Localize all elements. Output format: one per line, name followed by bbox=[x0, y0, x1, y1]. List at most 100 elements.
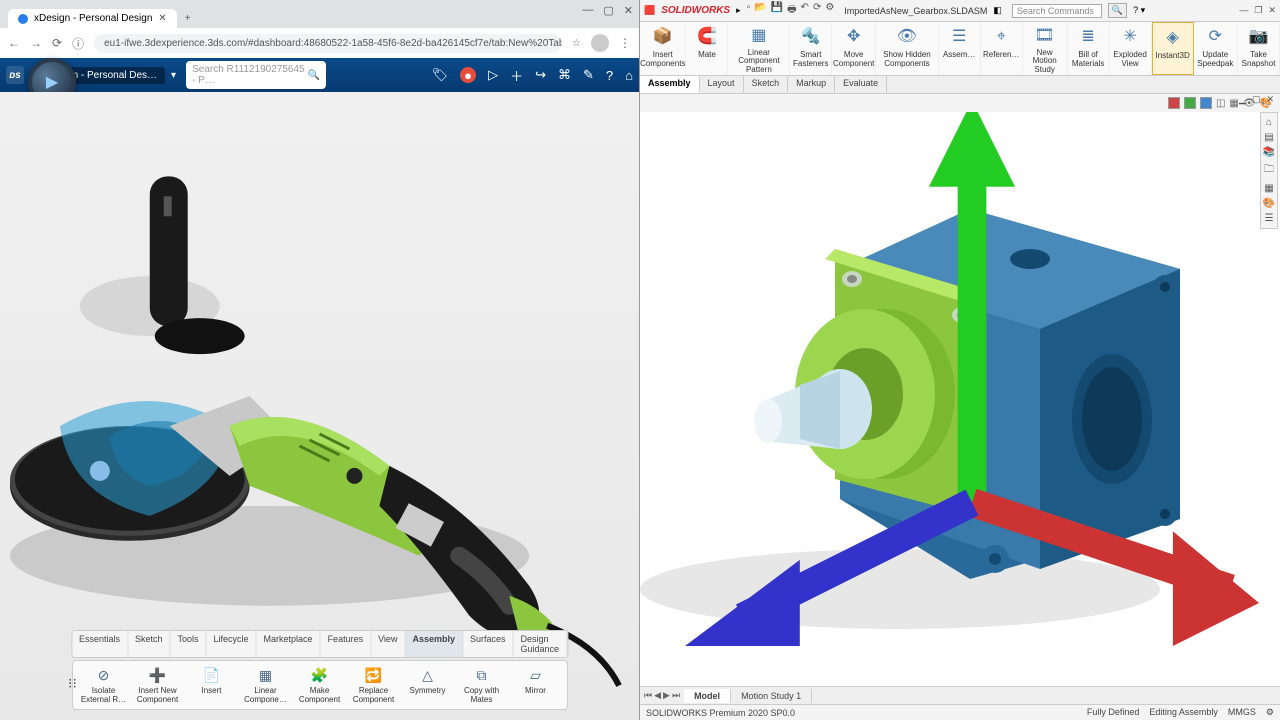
ribbon-button[interactable]: ▦Linear Component Pattern bbox=[728, 22, 790, 75]
tab-next-icon[interactable]: ▶ bbox=[663, 690, 670, 701]
tool-button[interactable]: ▦Linear Compone… bbox=[241, 665, 291, 705]
search-icon[interactable]: 🔍 bbox=[308, 70, 320, 81]
command-search[interactable]: Search Commands bbox=[1012, 4, 1102, 18]
tool-button[interactable]: 🔁Replace Component bbox=[349, 665, 399, 705]
category-tab[interactable]: Marketplace bbox=[257, 631, 321, 657]
app-search[interactable]: Search R1112190275645 - P… 🔍 bbox=[186, 61, 326, 89]
save-icon[interactable]: 💾 bbox=[771, 2, 783, 19]
mdi-close-icon[interactable]: ✕ bbox=[1266, 94, 1274, 105]
browser-tab[interactable]: xDesign - Personal Design ✕ bbox=[8, 9, 177, 28]
open-icon[interactable]: 📂 bbox=[754, 2, 766, 19]
ribbon-button[interactable]: 🧲Mate bbox=[686, 22, 728, 75]
appearance-blue-icon[interactable] bbox=[1200, 97, 1212, 109]
status-units[interactable]: MMGS bbox=[1228, 707, 1256, 718]
command-tab[interactable]: Sketch bbox=[744, 76, 789, 93]
xdesign-viewport[interactable]: EssentialsSketchToolsLifecycleMarketplac… bbox=[0, 92, 639, 720]
reload-icon[interactable]: ⟳ bbox=[52, 36, 62, 50]
search-go-icon[interactable]: 🔍 bbox=[1108, 3, 1127, 18]
display-style-icon[interactable]: ▦ bbox=[1229, 98, 1238, 109]
new-tab-button[interactable]: + bbox=[177, 9, 199, 28]
ribbon-button[interactable]: ✥Move Component bbox=[832, 22, 876, 75]
ribbon-button[interactable]: 🔩Smart Fasteners bbox=[790, 22, 832, 75]
print-icon[interactable]: 🖶 bbox=[787, 2, 796, 19]
tab-close-icon[interactable]: ✕ bbox=[158, 13, 166, 24]
play-icon[interactable]: ▷ bbox=[488, 67, 498, 83]
ribbon-button[interactable]: ☰Assem… bbox=[939, 22, 981, 75]
close-icon[interactable]: ✕ bbox=[1268, 5, 1276, 16]
options-icon[interactable]: ⚙ bbox=[825, 2, 834, 19]
notification-badge[interactable]: ● bbox=[460, 67, 476, 83]
sw-graphics-area[interactable] bbox=[640, 112, 1280, 686]
view-palette-icon[interactable]: ▦ bbox=[1264, 183, 1273, 194]
address-bar[interactable]: eu1-ifwe.3dexperience.3ds.com/#dashboard… bbox=[94, 34, 562, 53]
category-tab[interactable]: Essentials bbox=[72, 631, 128, 657]
motion-tab[interactable]: Motion Study 1 bbox=[731, 689, 812, 703]
appearances-icon[interactable]: 🎨 bbox=[1263, 198, 1275, 209]
category-tab[interactable]: Sketch bbox=[128, 631, 171, 657]
tool-icon[interactable]: ✎ bbox=[583, 67, 594, 83]
category-tab[interactable]: View bbox=[371, 631, 405, 657]
command-tab[interactable]: Markup bbox=[788, 76, 835, 93]
home-tab-icon[interactable]: ⌂ bbox=[1266, 117, 1272, 128]
tool-button[interactable]: ➕Insert New Component bbox=[133, 665, 183, 705]
back-icon[interactable]: ← bbox=[8, 36, 20, 50]
command-tab[interactable]: Assembly bbox=[640, 76, 700, 93]
help-icon[interactable]: ? bbox=[606, 68, 613, 83]
orientation-triad[interactable] bbox=[652, 112, 1280, 646]
share-icon[interactable]: ↪ bbox=[535, 67, 546, 83]
chrome-menu-icon[interactable]: ⋮ bbox=[619, 36, 631, 50]
appearance-red-icon[interactable] bbox=[1168, 97, 1180, 109]
minimize-icon[interactable]: — bbox=[1239, 5, 1248, 16]
restore-icon[interactable]: ❐ bbox=[1254, 5, 1262, 16]
bookmark-icon[interactable]: ☆ bbox=[572, 38, 581, 49]
category-tab[interactable]: Tools bbox=[171, 631, 207, 657]
home-icon[interactable]: ⌂ bbox=[625, 68, 633, 83]
minimize-icon[interactable]: — bbox=[582, 4, 593, 17]
tool-button[interactable]: ▱Mirror bbox=[511, 665, 561, 705]
ribbon-button[interactable]: 📦Insert Components bbox=[640, 22, 686, 75]
ribbon-button[interactable]: 📷Take Snapshot bbox=[1238, 22, 1280, 75]
chevron-down-icon[interactable]: ▾ bbox=[171, 70, 176, 81]
tool-button[interactable]: 🧩Make Component bbox=[295, 665, 345, 705]
category-tab[interactable]: Features bbox=[321, 631, 372, 657]
ribbon-button[interactable]: ◈Instant3D bbox=[1152, 22, 1194, 75]
ribbon-button[interactable]: ⟳Update Speedpak bbox=[1194, 22, 1238, 75]
mdi-max-icon[interactable]: ▢ bbox=[1252, 94, 1261, 105]
tool-button[interactable]: 📄Insert bbox=[187, 665, 237, 705]
category-tab[interactable]: Assembly bbox=[405, 631, 463, 657]
design-library-icon[interactable]: 📚 bbox=[1263, 147, 1275, 158]
category-tab[interactable]: Surfaces bbox=[463, 631, 514, 657]
chevron-right-icon[interactable]: ▸ bbox=[736, 5, 741, 16]
sw-help-icon[interactable]: ? ▾ bbox=[1133, 5, 1145, 16]
file-explorer-icon[interactable]: 🗀 bbox=[1264, 162, 1274, 179]
ribbon-button[interactable]: 👁Show Hidden Components bbox=[876, 22, 939, 75]
tab-last-icon[interactable]: ⏭ bbox=[672, 690, 680, 701]
motion-tab[interactable]: Model bbox=[684, 689, 731, 703]
search-scope-icon[interactable]: ◧ bbox=[993, 5, 1002, 16]
plus-icon[interactable]: ＋ bbox=[510, 66, 523, 85]
command-tab[interactable]: Layout bbox=[700, 76, 744, 93]
section-view-icon[interactable]: ◫ bbox=[1216, 98, 1225, 109]
network-icon[interactable]: ⌘ bbox=[558, 67, 571, 83]
tool-button[interactable]: ⊘Isolate External R… bbox=[79, 665, 129, 705]
tab-first-icon[interactable]: ⏮ bbox=[644, 690, 652, 701]
ribbon-button[interactable]: ✳Exploded View bbox=[1110, 22, 1152, 75]
tool-button[interactable]: ⧉Copy with Mates bbox=[457, 665, 507, 705]
ds-logo-icon[interactable]: ᴅs bbox=[6, 66, 24, 84]
ribbon-button[interactable]: ≣Bill of Materials bbox=[1068, 22, 1110, 75]
category-tab[interactable]: Lifecycle bbox=[207, 631, 257, 657]
command-tab[interactable]: Evaluate bbox=[835, 76, 887, 93]
mdi-min-icon[interactable]: ▁ bbox=[1239, 94, 1246, 105]
rebuild-icon[interactable]: ⟳ bbox=[813, 2, 821, 19]
profile-avatar[interactable] bbox=[591, 34, 609, 52]
custom-props-icon[interactable]: ☰ bbox=[1265, 213, 1274, 224]
forward-icon[interactable]: → bbox=[30, 36, 42, 50]
tool-button[interactable]: △Symmetry bbox=[403, 665, 453, 705]
undo-icon[interactable]: ↶ bbox=[801, 2, 809, 19]
new-icon[interactable]: ▫ bbox=[747, 2, 751, 19]
resources-tab-icon[interactable]: ▤ bbox=[1264, 132, 1273, 143]
category-tab[interactable]: Design Guidance bbox=[514, 631, 568, 657]
ribbon-button[interactable]: 🎞New Motion Study bbox=[1023, 22, 1068, 75]
close-icon[interactable]: ✕ bbox=[624, 4, 633, 17]
tab-prev-icon[interactable]: ◀ bbox=[654, 690, 661, 701]
